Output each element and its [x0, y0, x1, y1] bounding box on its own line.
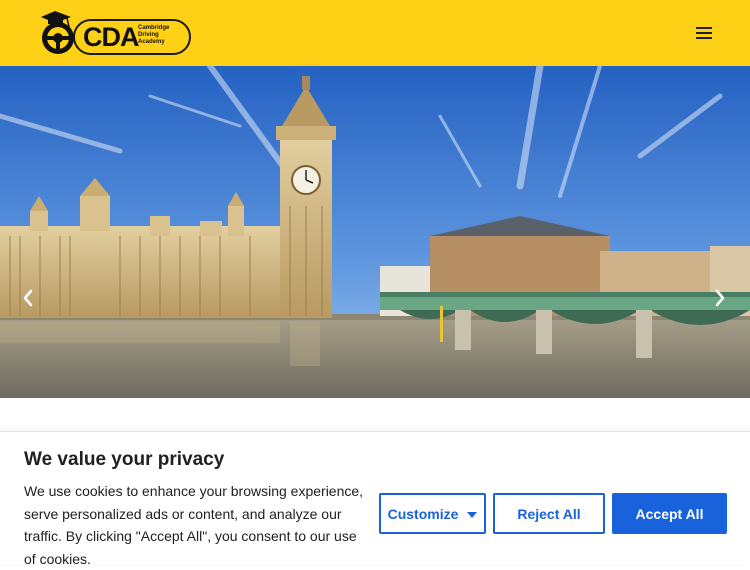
logo-tagline-line: Cambridge: [138, 25, 170, 31]
logo-wordmark: CDA: [83, 22, 139, 52]
reject-all-button-label: Reject All: [517, 505, 581, 522]
hero-slider: [0, 66, 750, 398]
cookie-banner-description: We use cookies to enhance your browsing …: [24, 483, 364, 567]
customize-button[interactable]: Customize: [379, 493, 486, 534]
logo-tagline: Cambridge Driving Academy: [138, 25, 188, 46]
site-header: CDA Cambridge Driving Academy: [0, 0, 750, 66]
chevron-right-icon[interactable]: [708, 284, 732, 312]
site-logo[interactable]: CDA Cambridge Driving Academy: [37, 9, 193, 57]
reject-all-button[interactable]: Reject All: [493, 493, 605, 534]
hero-image: [0, 66, 750, 398]
content-area: [0, 398, 750, 432]
cookie-consent-banner: We value your privacy We use cookies to …: [0, 431, 750, 567]
caret-down-icon: [467, 511, 478, 518]
customize-button-label: Customize: [387, 505, 459, 522]
logo-tagline-line: Driving: [138, 32, 159, 38]
cookie-banner-title: We value your privacy: [24, 449, 225, 470]
logo-tagline-line: Academy: [138, 39, 165, 45]
accept-all-button-label: Accept All: [635, 505, 704, 522]
accept-all-button[interactable]: Accept All: [612, 493, 727, 534]
chevron-left-icon[interactable]: [16, 284, 40, 312]
hamburger-menu-icon[interactable]: [694, 24, 714, 42]
